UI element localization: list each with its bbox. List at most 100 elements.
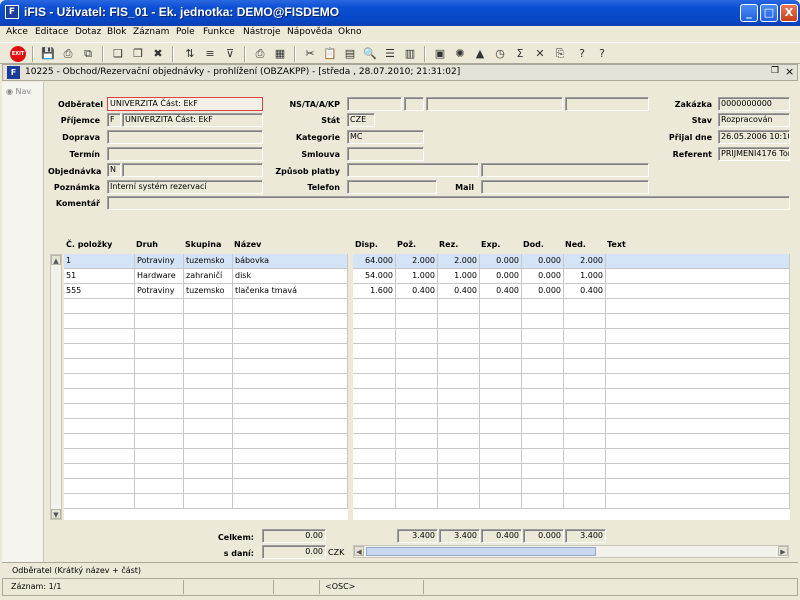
cell-disp[interactable]	[353, 389, 396, 404]
kategorie-field[interactable]: MC	[347, 130, 424, 144]
cell-id[interactable]	[64, 329, 135, 344]
cell-skupina[interactable]	[184, 344, 233, 359]
cell-text[interactable]	[606, 434, 790, 449]
komentar-field[interactable]	[107, 196, 790, 210]
columns-icon[interactable]: ☰	[382, 46, 398, 62]
cell-skupina[interactable]	[184, 374, 233, 389]
paste-icon[interactable]: 📋	[322, 46, 338, 62]
scroll-thumb[interactable]	[366, 547, 596, 556]
cell-ned[interactable]	[564, 359, 606, 374]
ta-field[interactable]	[404, 97, 424, 111]
cell-disp[interactable]	[353, 404, 396, 419]
cell-dod[interactable]	[522, 449, 564, 464]
cell-poz[interactable]	[396, 389, 438, 404]
cell-dod[interactable]	[522, 314, 564, 329]
cell-druh[interactable]	[135, 314, 184, 329]
cell-nazev[interactable]: tlačenka tmavá	[233, 284, 348, 299]
cell-id[interactable]	[64, 479, 135, 494]
cell-druh[interactable]	[135, 299, 184, 314]
cell-text[interactable]	[606, 254, 790, 269]
close-button[interactable]: X	[780, 4, 798, 22]
cell-dod[interactable]	[522, 389, 564, 404]
cell-disp[interactable]: 54.000	[353, 269, 396, 284]
cell-skupina[interactable]	[184, 434, 233, 449]
doprava-field[interactable]	[107, 130, 263, 144]
search-help-icon[interactable]: ?	[574, 46, 590, 62]
cell-exp[interactable]	[480, 479, 522, 494]
cell-text[interactable]	[606, 329, 790, 344]
cell-skupina[interactable]	[184, 329, 233, 344]
cell-disp[interactable]: 64.000	[353, 254, 396, 269]
cell-poz[interactable]	[396, 479, 438, 494]
cell-rez[interactable]	[438, 389, 480, 404]
cell-rez[interactable]: 2.000	[438, 254, 480, 269]
cell-exp[interactable]: 0.000	[480, 269, 522, 284]
cell-text[interactable]	[606, 449, 790, 464]
cell-text[interactable]	[606, 284, 790, 299]
cell-id[interactable]	[64, 314, 135, 329]
cell-exp[interactable]	[480, 464, 522, 479]
menu-okno[interactable]: Okno	[338, 27, 362, 37]
cell-nazev[interactable]: bábovka	[233, 254, 348, 269]
cell-rez[interactable]	[438, 344, 480, 359]
zpusob-platby-desc-field[interactable]	[481, 163, 649, 177]
menu-blok[interactable]: Blok	[107, 27, 126, 37]
cell-ned[interactable]: 0.400	[564, 284, 606, 299]
cell-disp[interactable]	[353, 359, 396, 374]
cell-ned[interactable]	[564, 374, 606, 389]
help-icon[interactable]: ?	[594, 46, 610, 62]
smlouva-field[interactable]	[347, 147, 424, 161]
cell-ned[interactable]	[564, 434, 606, 449]
grid-vertical-scrollbar[interactable]: ▲ ▼	[50, 254, 62, 520]
cell-rez[interactable]	[438, 434, 480, 449]
cell-disp[interactable]	[353, 479, 396, 494]
cell-druh[interactable]	[135, 419, 184, 434]
cell-dod[interactable]	[522, 359, 564, 374]
cell-id[interactable]	[64, 464, 135, 479]
cell-druh[interactable]: Potraviny	[135, 254, 184, 269]
cell-nazev[interactable]	[233, 359, 348, 374]
cell-exp[interactable]	[480, 314, 522, 329]
close-icon[interactable]: ×	[785, 65, 794, 78]
cell-dod[interactable]	[522, 329, 564, 344]
cell-dod[interactable]	[522, 479, 564, 494]
cell-poz[interactable]: 2.000	[396, 254, 438, 269]
cell-text[interactable]	[606, 344, 790, 359]
cell-druh[interactable]	[135, 434, 184, 449]
cell-exp[interactable]	[480, 434, 522, 449]
cell-id[interactable]	[64, 404, 135, 419]
poznamka-field[interactable]: Interní systém rezervací	[107, 180, 263, 194]
cell-id[interactable]	[64, 449, 135, 464]
cell-id[interactable]: 1	[64, 254, 135, 269]
cell-poz[interactable]: 1.000	[396, 269, 438, 284]
cell-poz[interactable]	[396, 329, 438, 344]
cell-skupina[interactable]	[184, 404, 233, 419]
menu-dotaz[interactable]: Dotaz	[75, 27, 101, 37]
filter-icon[interactable]: ⊽	[222, 46, 238, 62]
cell-exp[interactable]: 0.000	[480, 254, 522, 269]
cell-druh[interactable]	[135, 344, 184, 359]
sort-icon[interactable]: ⇅	[182, 46, 198, 62]
cell-disp[interactable]	[353, 329, 396, 344]
cell-disp[interactable]	[353, 344, 396, 359]
cell-ned[interactable]: 1.000	[564, 269, 606, 284]
cell-druh[interactable]	[135, 449, 184, 464]
cell-skupina[interactable]	[184, 359, 233, 374]
cell-exp[interactable]	[480, 299, 522, 314]
print-icon[interactable]: ⎙	[60, 46, 76, 62]
cell-rez[interactable]	[438, 404, 480, 419]
scroll-up-icon[interactable]: ▲	[51, 255, 61, 265]
search-icon[interactable]: 🔍	[362, 46, 378, 62]
a-field[interactable]	[426, 97, 563, 111]
menu-akce[interactable]: Akce	[6, 27, 28, 37]
cell-nazev[interactable]	[233, 404, 348, 419]
stav-field[interactable]: Rozpracován	[718, 113, 790, 127]
clock-icon[interactable]: ◷	[492, 46, 508, 62]
cell-poz[interactable]	[396, 299, 438, 314]
cell-exp[interactable]	[480, 449, 522, 464]
prijemce-code-field[interactable]: F	[107, 113, 121, 127]
cell-ned[interactable]	[564, 329, 606, 344]
mail-field[interactable]	[481, 180, 649, 194]
cell-id[interactable]: 555	[64, 284, 135, 299]
cell-nazev[interactable]	[233, 434, 348, 449]
